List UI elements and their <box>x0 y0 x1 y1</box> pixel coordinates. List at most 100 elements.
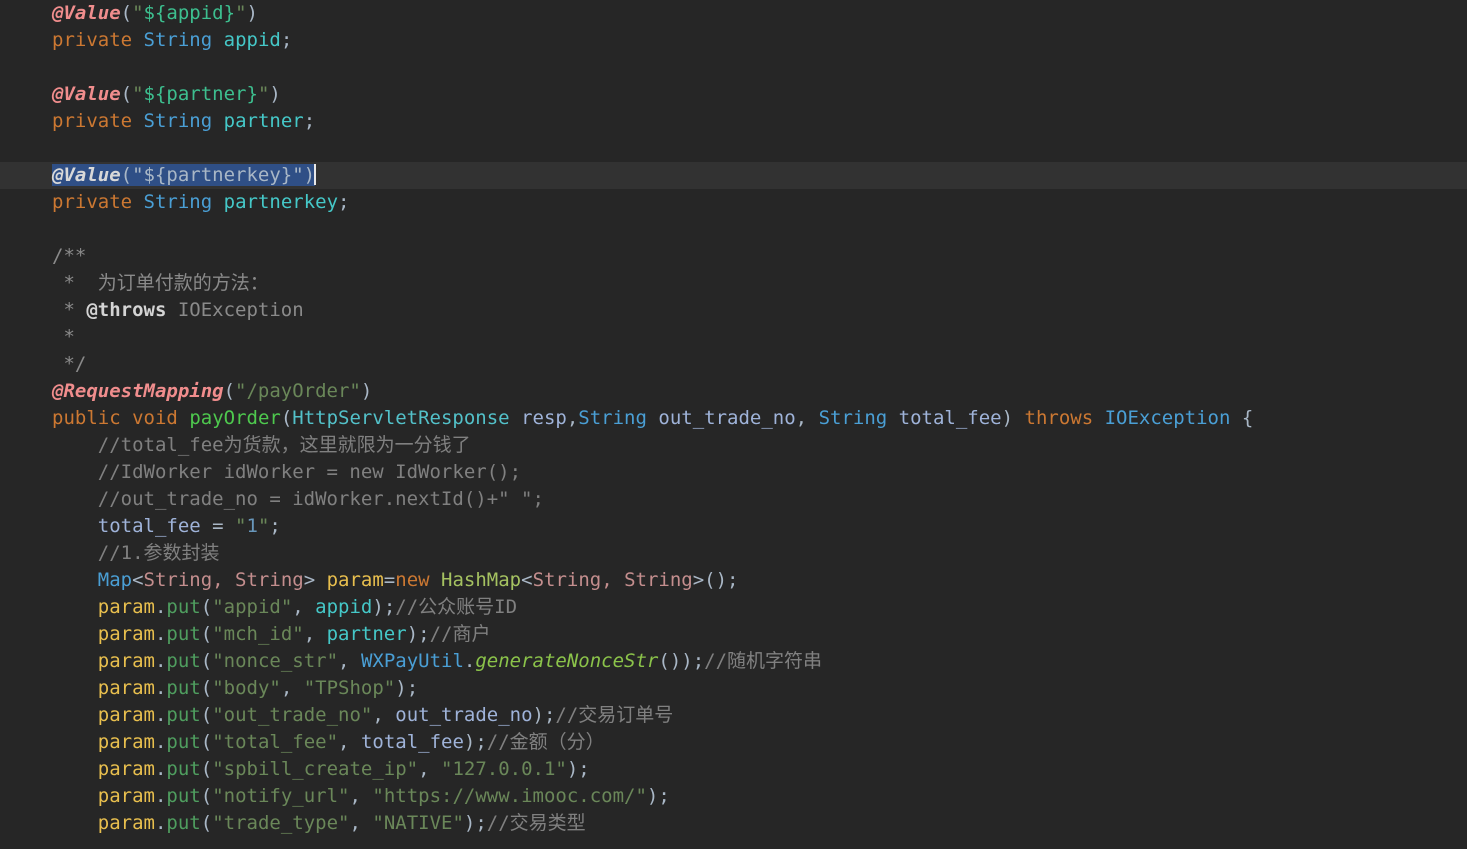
line-content: //out_trade_no = idWorker.nextId()+" "; <box>98 488 544 510</box>
token-cmt: //out_trade_no = idWorker.nextId()+" "; <box>97 488 544 510</box>
code-line[interactable] <box>0 54 1467 81</box>
token-str: "out_trade_no" <box>212 704 373 726</box>
token-punc: ) <box>360 380 373 402</box>
token-gen: String, String <box>143 569 304 591</box>
code-line[interactable]: param.put("out_trade_no", out_trade_no);… <box>0 702 1467 729</box>
code-line[interactable]: param.put("nonce_str", WXPayUtil.generat… <box>0 648 1467 675</box>
token-var: param <box>97 677 155 699</box>
token-punc: ) <box>269 83 281 105</box>
code-line[interactable]: param.put("mch_id", partner);//商户 <box>0 621 1467 648</box>
token-var: param <box>97 704 155 726</box>
token-punc: ) <box>1001 407 1014 429</box>
token-str: " <box>132 2 144 24</box>
line-content: * @throws IOException <box>52 299 303 321</box>
code-line[interactable]: Map<String, String> param=new HashMap<St… <box>0 567 1467 594</box>
token-punc: ); <box>372 596 396 618</box>
line-content: //1.参数封装 <box>98 542 220 564</box>
line-content: param.put("spbill_create_ip", "127.0.0.1… <box>98 758 590 780</box>
token-var: param <box>97 785 155 807</box>
code-line[interactable]: * <box>0 324 1467 351</box>
token-kw: new <box>395 569 430 591</box>
code-line[interactable]: /** <box>0 243 1467 270</box>
code-line[interactable]: //1.参数封装 <box>0 540 1467 567</box>
code-line[interactable]: @Value("${appid}") <box>0 0 1467 27</box>
token-field: appid <box>315 596 373 618</box>
token-punc: ( <box>200 731 213 753</box>
token-punc: . <box>154 812 167 834</box>
code-line[interactable]: @RequestMapping("/payOrder") <box>0 378 1467 405</box>
token-kw: private <box>52 110 133 132</box>
token-cls: String <box>818 407 888 429</box>
token-str: " <box>235 2 247 24</box>
code-line[interactable]: param.put("spbill_create_ip", "127.0.0.1… <box>0 756 1467 783</box>
line-content: param.put("notify_url", "https://www.imo… <box>98 785 670 807</box>
token-doc: */ <box>52 353 87 375</box>
token-punc: , <box>303 623 327 645</box>
code-line[interactable] <box>0 216 1467 243</box>
code-line[interactable]: param.put("notify_url", "https://www.imo… <box>0 783 1467 810</box>
code-line[interactable]: //out_trade_no = idWorker.nextId()+" "; <box>0 486 1467 513</box>
code-line[interactable]: private String appid; <box>0 27 1467 54</box>
token-str: "notify_url" <box>212 785 350 807</box>
token-punc: ); <box>463 812 487 834</box>
token-punc: ; <box>269 515 281 537</box>
line-content: * <box>52 326 74 348</box>
token-punc: ); <box>566 758 590 780</box>
token-mcall: put <box>166 785 201 807</box>
code-line[interactable] <box>0 135 1467 162</box>
line-content: param.put("mch_id", partner);//商户 <box>98 623 491 645</box>
token-str: "spbill_create_ip" <box>212 758 419 780</box>
token-mcall: put <box>166 758 201 780</box>
code-line[interactable]: @Value("${partner}") <box>0 81 1467 108</box>
token-punc: ); <box>406 623 430 645</box>
code-line[interactable]: */ <box>0 351 1467 378</box>
token-punc: , <box>349 812 373 834</box>
code-line[interactable]: @Value("${partnerkey}") <box>0 162 1467 189</box>
code-line[interactable]: * @throws IOException <box>0 297 1467 324</box>
code-line[interactable]: param.put("appid", appid);//公众账号ID <box>0 594 1467 621</box>
token-str: "mch_id" <box>212 623 304 645</box>
token-punc: . <box>154 596 167 618</box>
token-punc: ( <box>223 380 236 402</box>
code-lines-container[interactable]: @Value("${appid}") private String appid; @… <box>0 0 1467 837</box>
token-paramblue: total_fee <box>97 515 201 537</box>
token-kw: throws <box>1024 407 1094 429</box>
token-str: "total_fee" <box>212 731 339 753</box>
token-punc: , <box>349 785 373 807</box>
code-line[interactable]: total_fee = "1"; <box>0 513 1467 540</box>
token-static: generateNonceStr <box>475 650 659 672</box>
token-punc: ( <box>200 812 213 834</box>
line-content: * 为订单付款的方法： <box>52 272 268 294</box>
token-paramblue: total_fee <box>898 407 1002 429</box>
code-line[interactable]: public void payOrder(HttpServletResponse… <box>0 405 1467 432</box>
token-cls: Map <box>97 569 133 591</box>
token-anno: @Value <box>52 83 121 105</box>
token-punc: . <box>154 731 167 753</box>
code-line[interactable]: param.put("trade_type", "NATIVE");//交易类型 <box>0 810 1467 837</box>
code-line[interactable]: param.put("body", "TPShop"); <box>0 675 1467 702</box>
code-line[interactable]: private String partner; <box>0 108 1467 135</box>
token-mcall: put <box>166 812 201 834</box>
token-punc: ; <box>280 29 293 51</box>
line-content: param.put("out_trade_no", out_trade_no);… <box>98 704 674 726</box>
code-line[interactable]: * 为订单付款的方法： <box>0 270 1467 297</box>
token-var: param <box>97 650 155 672</box>
token-anno: @RequestMapping <box>52 380 224 402</box>
code-line[interactable]: param.put("total_fee", total_fee);//金额（分… <box>0 729 1467 756</box>
code-line[interactable]: //total_fee为货款，这里就限为一分钱了 <box>0 432 1467 459</box>
token-var: param <box>97 758 155 780</box>
token-str: "appid" <box>212 596 293 618</box>
code-line[interactable]: private String partnerkey; <box>0 189 1467 216</box>
code-line[interactable]: //IdWorker idWorker = new IdWorker(); <box>0 459 1467 486</box>
code-editor[interactable]: @Value("${appid}") private String appid; @… <box>0 0 1467 849</box>
token-anno: @Value <box>52 164 121 186</box>
line-content: private String partner; <box>52 110 315 132</box>
